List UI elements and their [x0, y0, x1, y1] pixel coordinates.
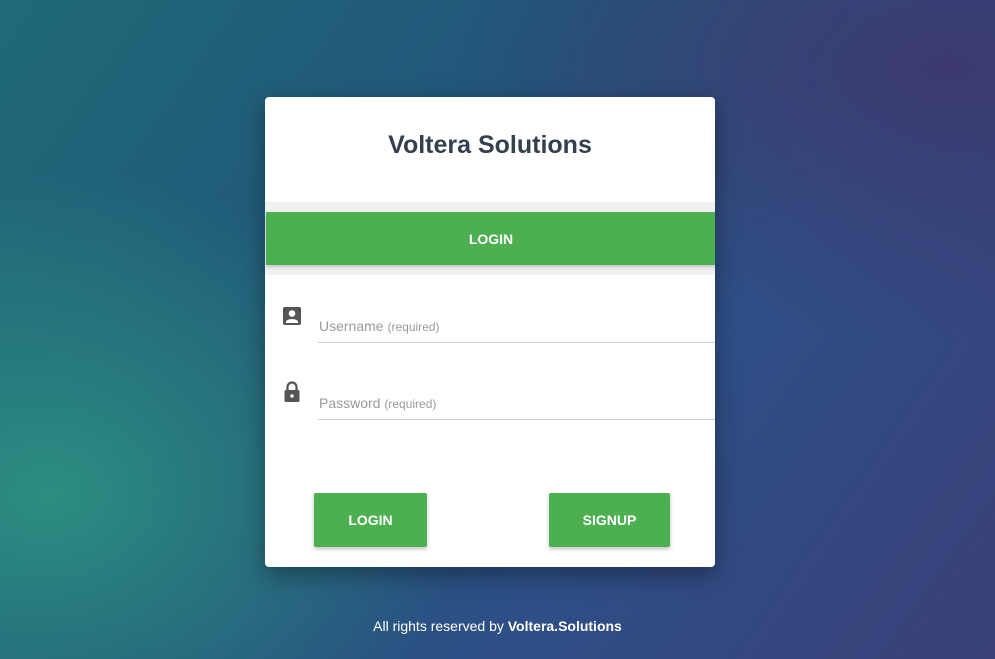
signup-button[interactable]: SIGNUP	[549, 493, 670, 547]
username-placeholder: Username (required)	[319, 318, 440, 334]
footer-text: All rights reserved by	[373, 618, 504, 634]
username-row: Username (required)	[265, 302, 715, 343]
password-placeholder: Password (required)	[319, 395, 436, 411]
lock-icon	[282, 381, 302, 403]
password-required-hint: (required)	[384, 397, 437, 411]
login-card: Voltera Solutions LOGIN Username (requir…	[265, 97, 715, 567]
footer: All rights reserved by Voltera.Solutions	[0, 618, 995, 634]
footer-brand: Voltera.Solutions	[507, 618, 622, 634]
password-field[interactable]: Password (required)	[318, 379, 715, 420]
app-title: Voltera Solutions	[388, 131, 592, 159]
login-button[interactable]: LOGIN	[314, 493, 427, 547]
username-field[interactable]: Username (required)	[318, 302, 715, 343]
username-required-hint: (required)	[387, 320, 440, 334]
password-row: Password (required)	[265, 379, 715, 420]
tab-login[interactable]: LOGIN	[266, 212, 715, 265]
tab-bar: LOGIN	[265, 202, 715, 275]
account-box-icon	[282, 306, 302, 328]
password-label: Password	[319, 395, 381, 411]
username-label: Username	[319, 318, 384, 334]
